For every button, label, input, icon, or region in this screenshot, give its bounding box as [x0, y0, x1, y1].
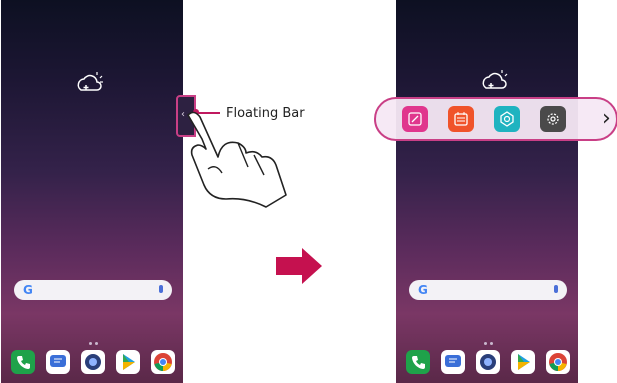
weather-icon: [482, 70, 508, 89]
phone-icon[interactable]: [11, 350, 35, 374]
messages-icon[interactable]: [46, 350, 70, 374]
page-indicator: [484, 330, 496, 345]
chrome-icon[interactable]: [546, 350, 570, 374]
camera-icon[interactable]: [476, 350, 500, 374]
mic-icon[interactable]: [159, 285, 163, 293]
right-phone-screen: G: [396, 0, 578, 383]
chevron-right-icon[interactable]: ›: [602, 106, 611, 131]
google-search-bar[interactable]: G: [409, 280, 567, 300]
app-dock: [11, 350, 175, 378]
pointing-hand-icon: [187, 111, 287, 208]
chrome-icon[interactable]: [151, 350, 175, 374]
mic-icon[interactable]: [554, 285, 558, 293]
messages-icon[interactable]: [441, 350, 465, 374]
play-store-icon[interactable]: [511, 350, 535, 374]
app-dock: [406, 350, 570, 378]
settings-icon[interactable]: [540, 106, 566, 132]
capture-icon[interactable]: [494, 106, 520, 132]
transition-arrow-icon: [276, 248, 322, 284]
floating-bar-expanded: ›: [374, 97, 617, 141]
phone-icon[interactable]: [406, 350, 430, 374]
calendar-icon[interactable]: [448, 106, 474, 132]
weather-icon: [77, 72, 103, 91]
camera-icon[interactable]: [81, 350, 105, 374]
play-store-icon[interactable]: [116, 350, 140, 374]
page-indicator: [89, 330, 101, 345]
google-logo: G: [418, 283, 428, 297]
memo-icon[interactable]: [402, 106, 428, 132]
left-phone-screen: G: [1, 0, 183, 383]
google-logo: G: [23, 283, 33, 297]
google-search-bar[interactable]: G: [14, 280, 172, 300]
